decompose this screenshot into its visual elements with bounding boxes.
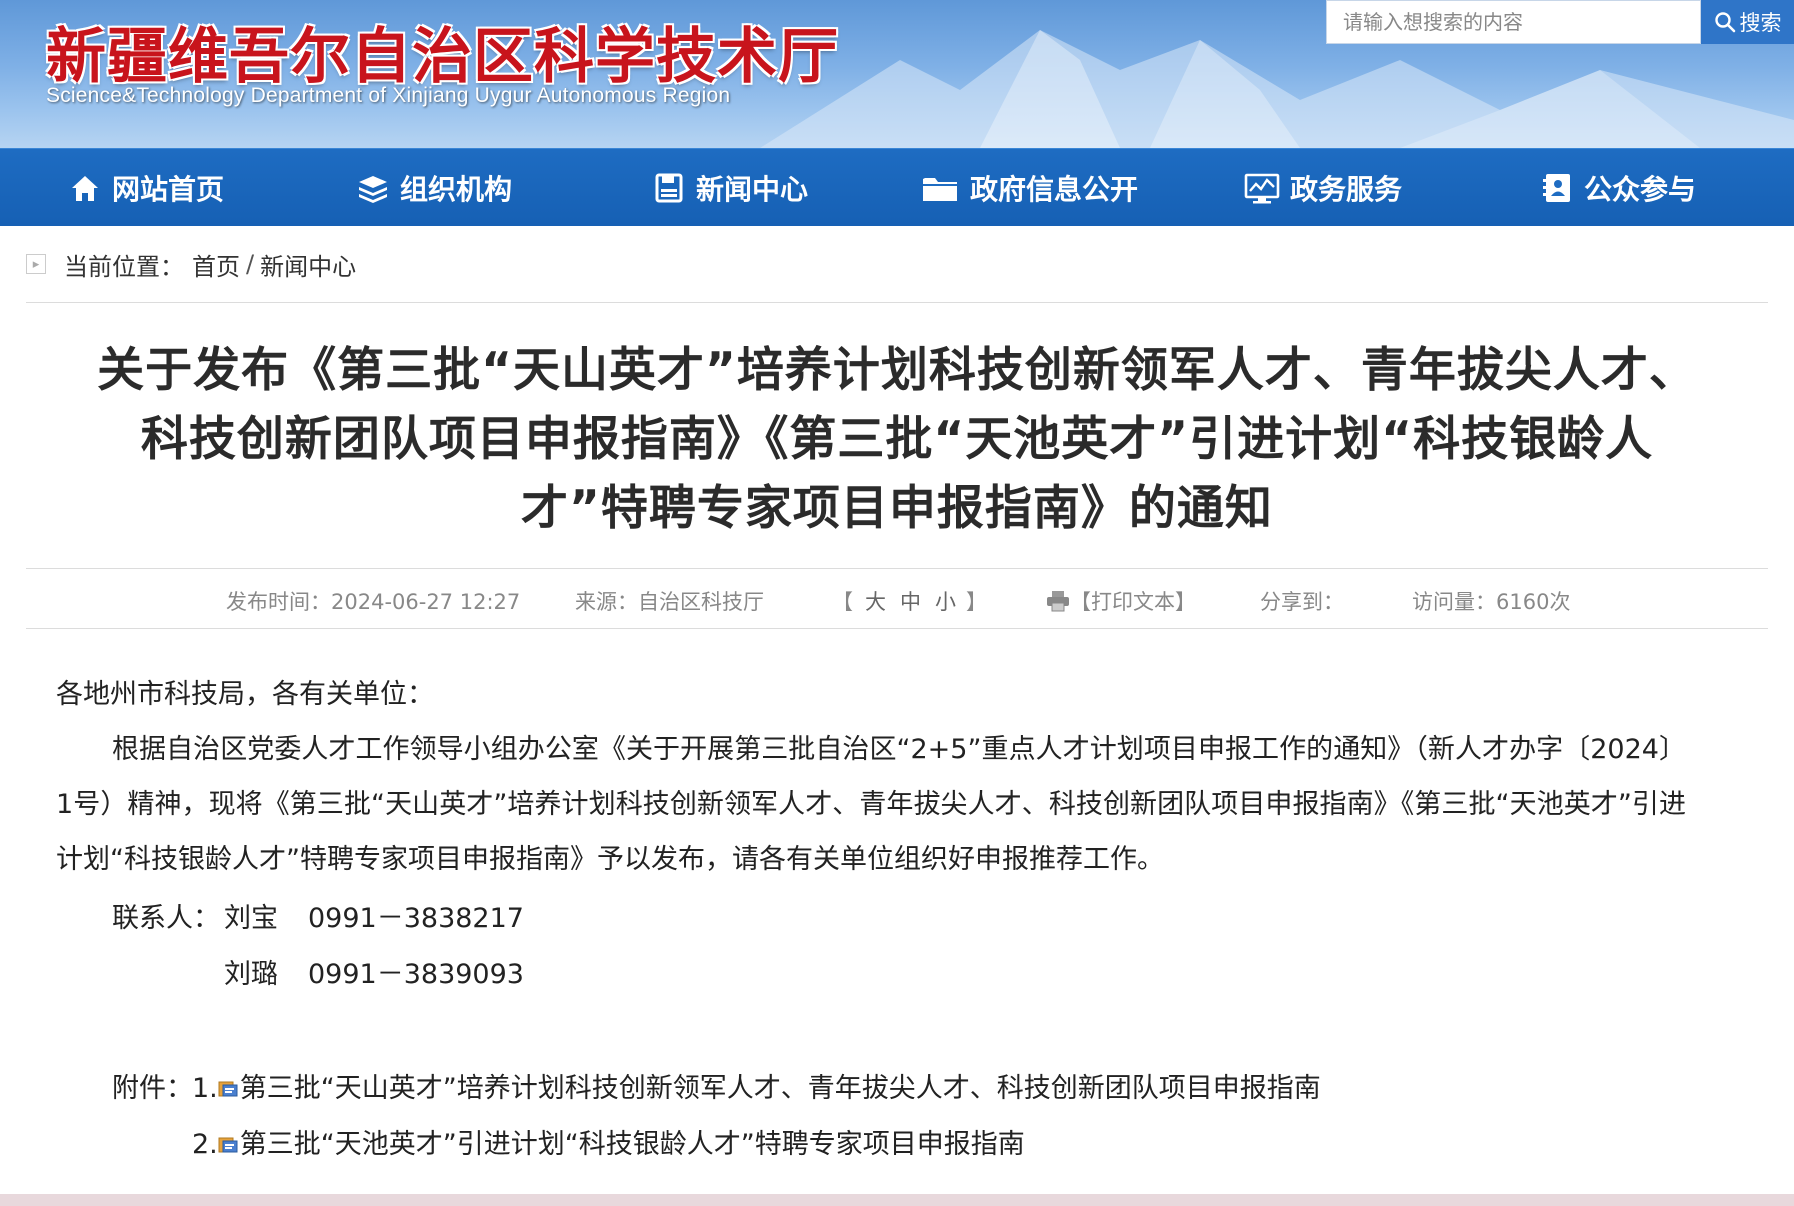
nav-item-label: 新闻中心 [696,173,809,206]
printer-icon [1047,591,1069,612]
bottom-strip [0,1194,1794,1206]
nav-item-label: 政府信息公开 [970,173,1139,206]
breadcrumb: ▸ 当前位置： 首页 / 新闻中心 [26,246,356,282]
font-size-controls: 【 大 中 小 】 [832,584,987,618]
nav-item-label: 公众参与 [1584,173,1697,206]
article-title: 关于发布《第三批“天山英才”培养计划科技创新领军人才、青年拔尖人才、科技创新团队… [97,343,1697,536]
attachment-index: 1. [192,1073,218,1104]
nav-item-organization[interactable]: 组织机构 [356,149,512,227]
divider [26,302,1768,303]
attachment-index: 2. [192,1129,218,1160]
search-icon [1714,12,1735,33]
contact-phone: 0991－3839093 [308,959,524,990]
print-button[interactable]: 【打印文本】 [1046,584,1196,618]
attachment-link[interactable]: 第三批“天池英才”引进计划“科技银龄人才”特聘专家项目申报指南 [240,1129,1025,1160]
main-nav: 网站首页 组织机构 新闻中心 政府信息公开 政务服务 公众参与 [0,148,1794,226]
contact-card-icon [1543,174,1570,202]
nav-item-label: 政务服务 [1290,173,1403,206]
salutation: 各地州市科技局，各有关单位： [56,679,434,710]
publish-time: 发布时间：2024-06-27 12:27 [226,590,521,614]
folder-icon [923,178,957,201]
search-input[interactable] [1343,10,1700,34]
view-count: 访问量：6160次 [1412,590,1571,614]
nav-item-gov-info[interactable]: 政府信息公开 [920,149,1138,227]
divider [26,628,1768,629]
nav-item-public[interactable]: 公众参与 [1540,149,1696,227]
home-icon [72,176,98,201]
search-button[interactable]: 搜索 [1701,0,1794,44]
nav-item-home[interactable]: 网站首页 [68,149,224,227]
chart-monitor-icon [1244,173,1280,204]
font-medium-button[interactable]: 中 [900,586,935,616]
nav-item-label: 组织机构 [400,173,513,206]
site-subtitle: Science&Technology Department of Xinjian… [46,84,731,107]
breadcrumb-separator: / [246,250,255,278]
document-file-icon [218,1137,238,1153]
nav-item-label: 网站首页 [112,173,225,206]
divider [26,568,1768,569]
nav-item-services[interactable]: 政务服务 [1244,149,1402,227]
nav-item-news[interactable]: 新闻中心 [652,149,808,227]
attachment-item: 2. 第三批“天池英才”引进计划“科技银龄人才”特聘专家项目申报指南 [192,1122,1025,1161]
search-box [1326,0,1701,44]
attachments-label: 附件： [112,1073,193,1104]
contact-phone: 0991－3838217 [308,903,524,934]
chevron-right-icon: ▸ [26,254,46,274]
contact-name: 刘璐 [224,959,278,990]
save-icon [655,173,683,203]
attachment-item: 1. 第三批“天山英才”培养计划科技创新领军人才、青年拔尖人才、科技创新团队项目… [192,1066,1321,1105]
search-button-label: 搜索 [1739,11,1782,35]
document-file-icon [218,1081,238,1097]
body-paragraph: 根据自治区党委人才工作领导小组办公室《关于开展第三批自治区“2+5”重点人才计划… [56,734,1686,875]
print-label: 【打印文本】 [1070,590,1196,614]
breadcrumb-current-link[interactable]: 新闻中心 [260,247,356,282]
font-large-button[interactable]: 大 [865,586,900,616]
breadcrumb-home-link[interactable]: 首页 [192,247,240,282]
share-label: 分享到： [1260,590,1344,614]
article-source: 来源：自治区科技厅 [575,590,764,614]
font-size-bracket-close: 】 [966,590,987,614]
attachment-link[interactable]: 第三批“天山英才”培养计划科技创新领军人才、青年拔尖人才、科技创新团队项目申报指… [240,1073,1321,1104]
contact-name: 刘宝 [224,903,278,934]
font-size-bracket-open: 【 [832,590,853,614]
layers-icon [359,176,387,203]
contacts-label: 联系人： [112,903,220,934]
font-small-button[interactable]: 小 [935,586,956,616]
breadcrumb-prefix: 当前位置： [64,252,184,281]
site-title: 新疆维吾尔自治区科学技术厅 [46,22,839,92]
